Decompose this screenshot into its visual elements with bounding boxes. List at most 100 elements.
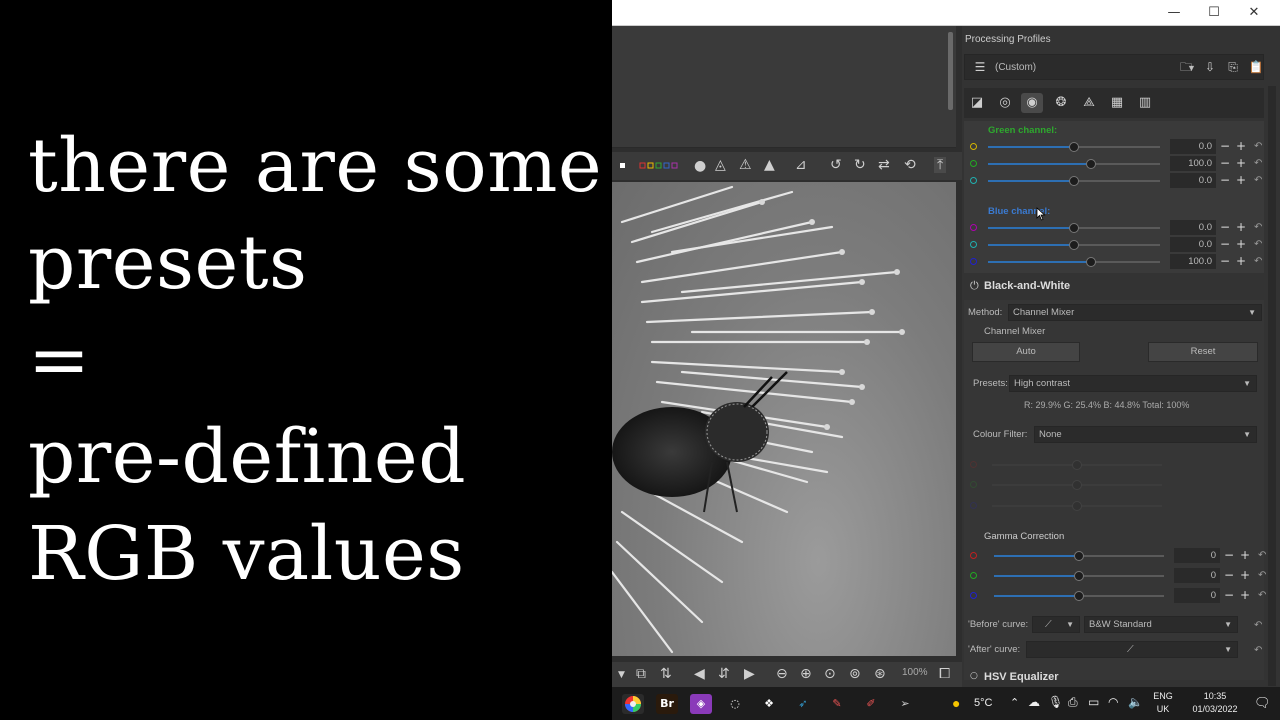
zoom-out-icon[interactable]: ⊖ (776, 666, 788, 682)
reset-icon[interactable]: ↶ (1254, 618, 1262, 633)
slider-track[interactable] (994, 571, 1164, 581)
slider-value-input[interactable]: 100.0 (1170, 156, 1216, 171)
filmstrip-scrollbar[interactable] (948, 32, 953, 110)
slider-track[interactable] (988, 176, 1160, 186)
decrement-button[interactable]: − (1224, 588, 1234, 603)
undo-icon[interactable]: ⟲ (904, 157, 916, 173)
resolve-app-icon[interactable]: ❖ (758, 694, 780, 714)
next-image-icon[interactable]: ▶ (744, 666, 755, 682)
decrement-button[interactable]: − (1224, 568, 1234, 583)
slider-track[interactable] (988, 223, 1160, 233)
bridge-app-icon[interactable]: Br (656, 694, 678, 714)
slider-track[interactable] (988, 142, 1160, 152)
warning-icon[interactable]: ⚠ (739, 157, 752, 173)
tab-raw-icon[interactable]: ▦ (1106, 93, 1128, 113)
save-profile-icon[interactable]: ⇩ (1201, 58, 1219, 76)
brush-app-icon[interactable]: ✐ (860, 694, 882, 714)
rotate-right-icon[interactable]: ↻ (854, 157, 866, 173)
flip-icon[interactable]: ⇄ (878, 157, 890, 173)
open-folder-icon[interactable]: 🗀 (1177, 58, 1195, 76)
affinity-photo-icon[interactable]: ◈ (690, 694, 712, 714)
slider-value-input[interactable]: 0.0 (1170, 237, 1216, 252)
tab-detail-icon[interactable]: ◎ (994, 93, 1016, 113)
increment-button[interactable]: + (1236, 139, 1246, 154)
slider-handle[interactable] (1069, 142, 1079, 152)
reset-icon[interactable]: ↶ (1254, 254, 1262, 269)
battery-icon[interactable]: ▭ (1088, 695, 1099, 709)
reset-icon[interactable]: ↶ (1258, 588, 1266, 603)
wifi-icon[interactable]: ◠ (1108, 695, 1118, 709)
chevron-up-icon[interactable]: ⌃ (1010, 696, 1019, 709)
highlight-warning-icon[interactable]: ▲ (764, 157, 775, 173)
microphone-icon[interactable]: 🎙 (1048, 695, 1063, 709)
slider-handle[interactable] (1086, 159, 1097, 169)
slider-track[interactable] (994, 551, 1164, 561)
auto-button[interactable]: Auto (972, 342, 1080, 362)
decrement-button[interactable]: − (1220, 237, 1230, 252)
color-labels-icon[interactable] (618, 162, 684, 170)
focus-mask-icon[interactable]: ● (694, 158, 706, 174)
slider-value-input[interactable]: 0.0 (1170, 173, 1216, 188)
slider-track[interactable] (988, 159, 1160, 169)
colour-filter-select[interactable]: None ▼ (1034, 426, 1257, 443)
slider-value-input[interactable]: 100.0 (1170, 254, 1216, 269)
photo-preview[interactable] (612, 182, 956, 656)
slider-track[interactable] (994, 591, 1164, 601)
tab-metadata-icon[interactable]: ▥ (1134, 93, 1156, 113)
language-indicator[interactable]: ENG UK (1150, 690, 1176, 716)
volume-icon[interactable]: 🔈 (1128, 695, 1143, 709)
reset-icon[interactable]: ↶ (1254, 173, 1262, 188)
increment-button[interactable]: + (1240, 548, 1250, 563)
slider-value-input[interactable]: 0.0 (1170, 220, 1216, 235)
reset-icon[interactable]: ↶ (1258, 548, 1266, 563)
increment-button[interactable]: + (1236, 237, 1246, 252)
reset-icon[interactable]: ↶ (1258, 568, 1266, 583)
aperture-app-icon[interactable]: ◌ (724, 694, 746, 714)
slider-handle[interactable] (1074, 571, 1084, 581)
increment-button[interactable]: + (1240, 568, 1250, 583)
crop-icon[interactable]: ⧉ (636, 666, 646, 682)
color-wheel-app-icon[interactable] (622, 694, 644, 714)
zoom-100-icon[interactable]: ⊛ (874, 666, 886, 682)
decrement-button[interactable]: − (1220, 220, 1230, 235)
rotate-left-icon[interactable]: ↺ (830, 157, 842, 173)
reset-icon[interactable]: ↶ (1254, 156, 1262, 171)
decrement-button[interactable]: − (1220, 156, 1230, 171)
reset-icon[interactable]: ↶ (1254, 139, 1262, 154)
increment-button[interactable]: + (1236, 254, 1246, 269)
reset-button[interactable]: Reset (1148, 342, 1258, 362)
tab-color-icon[interactable]: ◉ (1021, 93, 1043, 113)
paste-profile-icon[interactable]: 📋 (1247, 58, 1265, 76)
clock[interactable]: 10:35 01/03/2022 (1186, 690, 1244, 716)
new-window-icon[interactable]: ⧠ (939, 666, 950, 682)
tab-exposure-icon[interactable]: ◪ (966, 93, 988, 113)
panel-scrollbar[interactable] (1268, 86, 1276, 686)
increment-button[interactable]: + (1236, 220, 1246, 235)
sync-icon[interactable]: ⇵ (718, 666, 730, 682)
before-curve-select[interactable]: B&W Standard ▼ (1084, 616, 1238, 633)
close-button[interactable]: ✕ (1234, 0, 1274, 26)
increment-button[interactable]: + (1240, 588, 1250, 603)
profile-select[interactable]: (Custom) ▼ (995, 59, 1196, 77)
slider-value-input[interactable]: 0 (1174, 588, 1220, 603)
reset-icon[interactable]: ↶ (1254, 220, 1262, 235)
pen-app-icon[interactable]: ✎ (826, 694, 848, 714)
minimize-button[interactable]: — (1154, 0, 1194, 26)
increment-button[interactable]: + (1236, 156, 1246, 171)
before-curve-type-select[interactable]: ⟋ ▼ (1032, 616, 1080, 633)
zoom-in-icon[interactable]: ⊕ (800, 666, 812, 682)
slider-handle[interactable] (1069, 223, 1079, 233)
clipping-shadows-icon[interactable]: ◬ (715, 157, 726, 173)
after-curve-select[interactable]: ⟋ ▼ (1026, 641, 1238, 658)
slider-value-input[interactable]: 0 (1174, 568, 1220, 583)
reset-icon[interactable]: ↶ (1254, 237, 1262, 252)
slider-handle[interactable] (1069, 240, 1079, 250)
zoom-fit-icon[interactable]: ⊙ (824, 666, 836, 682)
copy-profile-icon[interactable]: ⎘ (1224, 58, 1242, 76)
slider-handle[interactable] (1086, 257, 1097, 267)
presets-select[interactable]: High contrast ▼ (1009, 375, 1257, 392)
decrement-button[interactable]: − (1220, 139, 1230, 154)
maximize-button[interactable]: ☐ (1194, 0, 1234, 26)
previous-image-icon[interactable]: ◀ (694, 666, 705, 682)
dropdown-arrow-icon[interactable]: ▼ (618, 667, 625, 683)
